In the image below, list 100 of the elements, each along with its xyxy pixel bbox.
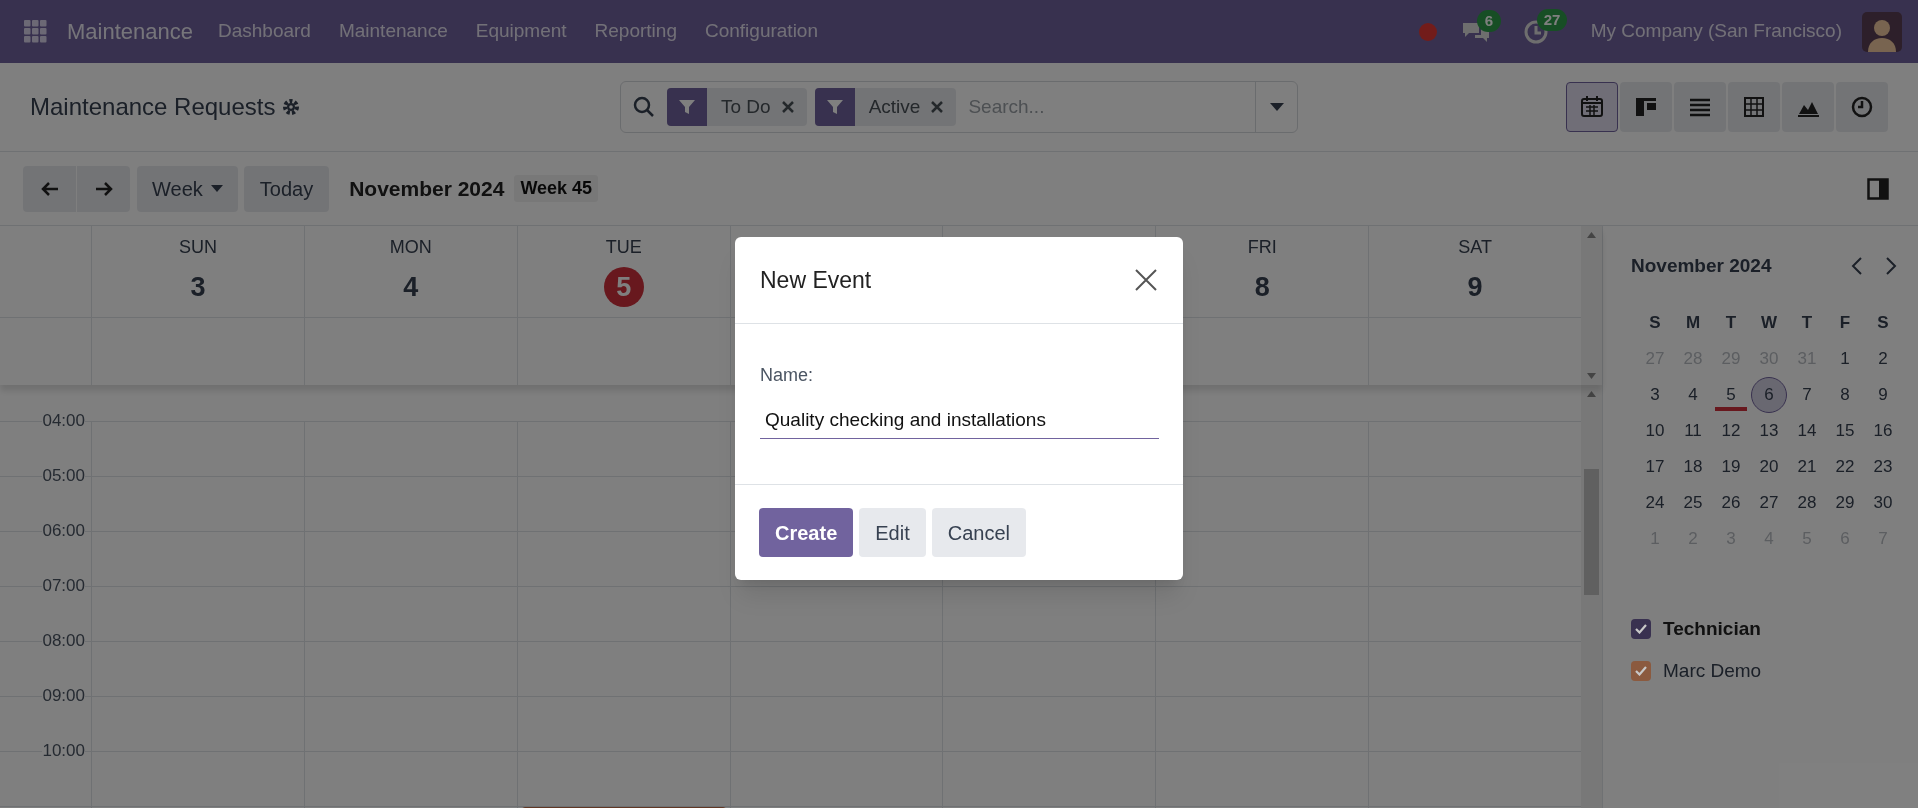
calendar-day[interactable]: 5 <box>1715 378 1747 411</box>
weekday-initial: S <box>1649 311 1661 334</box>
calendar-day[interactable]: 6 <box>1751 376 1787 413</box>
calendar-day[interactable]: 27 <box>1753 486 1785 519</box>
close-icon[interactable] <box>930 100 945 114</box>
weekday-label: SUN <box>178 236 217 259</box>
month-title: November 2024 <box>1631 254 1773 278</box>
view-switch-button[interactable] <box>1728 82 1780 132</box>
calendar-day[interactable]: 18 <box>1677 450 1709 483</box>
weekday-initial: T <box>1725 311 1737 334</box>
weekday-initial: M <box>1685 311 1701 334</box>
menu-item[interactable]: Maintenance <box>338 17 448 46</box>
calendar-day[interactable]: 14 <box>1791 414 1823 447</box>
chevron-left-icon[interactable] <box>1851 256 1863 277</box>
dialog-title: New Event <box>760 265 873 295</box>
company-switcher[interactable]: My Company (San Francisco) <box>1590 17 1842 46</box>
dialog-button[interactable]: Edit <box>859 508 926 557</box>
app-grid-icon[interactable] <box>24 20 47 43</box>
sidebar-toggle-icon[interactable] <box>1867 177 1889 200</box>
weekday-label: FRI <box>1247 236 1277 259</box>
check-icon <box>1635 623 1647 634</box>
calendar-day[interactable]: 29 <box>1829 486 1861 519</box>
close-icon[interactable] <box>780 100 795 114</box>
calendar-day[interactable]: 9 <box>1867 378 1899 411</box>
field-label: Name: <box>760 364 814 387</box>
weekday-initial: W <box>1760 311 1777 334</box>
date-number: 4 <box>403 270 419 304</box>
filter-checkbox[interactable] <box>1631 661 1651 682</box>
week-number: Week 45 <box>514 175 599 202</box>
calendar-day[interactable]: 28 <box>1791 486 1823 519</box>
calendar-day[interactable]: 20 <box>1753 450 1785 483</box>
calendar-view-icon <box>1580 95 1604 119</box>
chevron-right-icon[interactable] <box>1885 256 1897 277</box>
weekday-label: MON <box>389 236 432 259</box>
date-number: 8 <box>1254 270 1270 304</box>
menu-item[interactable]: Configuration <box>704 17 818 46</box>
menu-item[interactable]: Dashboard <box>218 17 311 46</box>
app-name-link[interactable]: Maintenance <box>67 15 193 48</box>
activity-view-icon <box>1850 95 1874 119</box>
calendar-day[interactable]: 7 <box>1791 378 1823 411</box>
calendar-day[interactable]: 11 <box>1677 414 1709 447</box>
filter-icon <box>678 98 696 116</box>
filter-checkbox[interactable] <box>1631 618 1651 639</box>
name-input-field[interactable]: Quality checking and installations <box>760 401 1159 439</box>
calendar-day[interactable]: 23 <box>1867 450 1899 483</box>
calendar-day[interactable]: 24 <box>1639 486 1671 519</box>
calendar-day[interactable]: 22 <box>1829 450 1861 483</box>
view-switch-button[interactable] <box>1674 82 1726 132</box>
calendar-day[interactable]: 13 <box>1753 414 1785 447</box>
date-number: 9 <box>1467 270 1483 304</box>
kanban-view-icon <box>1634 95 1658 119</box>
count-badge: 6 <box>1476 9 1502 32</box>
weekday-label: SAT <box>1458 236 1492 259</box>
calendar-day[interactable]: 12 <box>1715 414 1747 447</box>
calendar-day[interactable]: 15 <box>1829 414 1861 447</box>
settings-icon[interactable] <box>281 97 302 117</box>
today-date-badge: 5 <box>603 267 644 307</box>
weekday-initial: F <box>1839 311 1851 334</box>
menu-item[interactable]: Equipment <box>475 17 567 46</box>
previous-button[interactable] <box>23 165 76 212</box>
weekday-initial: T <box>1801 311 1813 334</box>
menu-item[interactable]: Reporting <box>594 17 677 46</box>
calendar-day[interactable]: 17 <box>1639 450 1671 483</box>
calendar-day[interactable]: 3 <box>1639 378 1671 411</box>
weekday-initial: S <box>1877 311 1889 334</box>
search-icon[interactable] <box>633 96 655 118</box>
view-switch-button[interactable] <box>1836 82 1888 132</box>
calendar-day[interactable]: 1 <box>1829 342 1861 375</box>
calendar-day[interactable]: 26 <box>1715 486 1747 519</box>
calendar-day[interactable]: 25 <box>1677 486 1709 519</box>
scroll-up-icon <box>1587 232 1596 238</box>
calendar-day[interactable]: 21 <box>1791 450 1823 483</box>
weekday-label: TUE <box>605 236 642 259</box>
scrollbar-thumb[interactable] <box>1584 469 1599 595</box>
avatar-icon[interactable] <box>1862 11 1902 52</box>
period-title: November 2024 <box>349 175 505 202</box>
create-button[interactable]: Create <box>759 508 854 557</box>
calendar-day[interactable]: 16 <box>1867 414 1899 447</box>
dialog-button[interactable]: Cancel <box>931 508 1026 557</box>
filter-label: Marc Demo <box>1663 659 1762 683</box>
next-button[interactable] <box>77 165 130 212</box>
calendar-day[interactable]: 2 <box>1867 342 1899 375</box>
caret-icon <box>210 185 223 192</box>
view-switch-button[interactable] <box>1620 82 1672 132</box>
calendar-day[interactable]: 10 <box>1639 414 1671 447</box>
scroll-up-icon <box>1587 391 1596 397</box>
check-icon <box>1635 666 1647 677</box>
today-button[interactable]: Today <box>243 165 330 212</box>
calendar-day[interactable]: 8 <box>1829 378 1861 411</box>
date-number: 3 <box>190 270 206 304</box>
view-switch-button[interactable] <box>1782 82 1834 132</box>
close-icon[interactable] <box>1134 268 1158 292</box>
scale-dropdown[interactable]: Week <box>137 165 238 212</box>
calendar-day[interactable]: 4 <box>1677 378 1709 411</box>
facet-label: To Do <box>720 94 772 119</box>
caret-icon[interactable] <box>1269 103 1284 111</box>
pivot-view-icon <box>1742 95 1766 119</box>
calendar-day[interactable]: 19 <box>1715 450 1747 483</box>
calendar-day[interactable]: 30 <box>1867 486 1899 519</box>
view-switch-button[interactable] <box>1566 82 1618 132</box>
